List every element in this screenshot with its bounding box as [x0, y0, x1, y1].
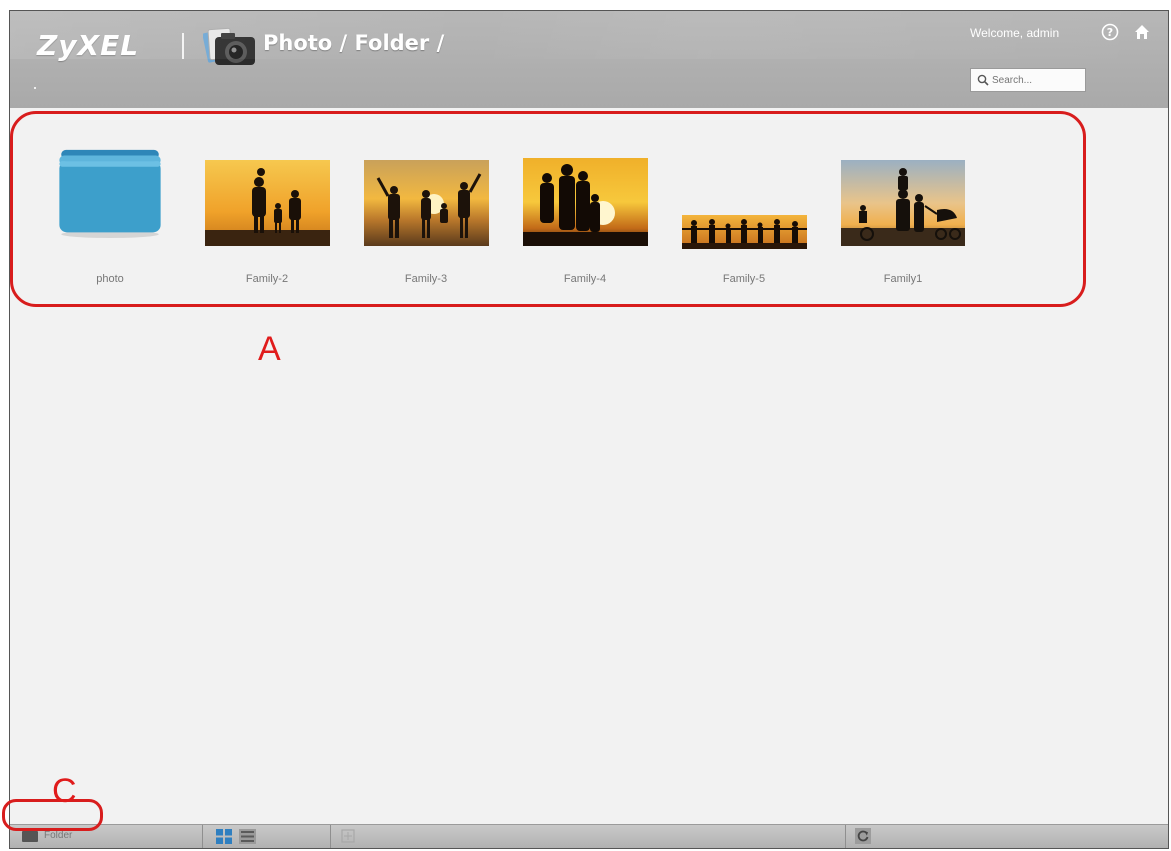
welcome-text: Welcome, admin — [970, 26, 1060, 40]
list-view-icon[interactable] — [239, 829, 256, 844]
search-icon — [977, 74, 989, 86]
bottom-toolbar: Folder — [10, 824, 1168, 848]
zyxel-logo: ZyXEL — [37, 29, 140, 62]
refresh-icon[interactable] — [855, 828, 871, 844]
toolbar-divider — [845, 825, 846, 848]
search-box[interactable] — [970, 68, 1086, 92]
svg-text:?: ? — [1107, 26, 1113, 39]
camera-app-icon — [203, 27, 255, 65]
toolbar-divider — [202, 825, 203, 848]
annotation-label-a: A — [258, 330, 281, 368]
toolbar-divider — [330, 825, 331, 848]
folder-button-label: Folder — [44, 830, 73, 841]
annotation-label-c: C — [52, 772, 77, 810]
upload-icon[interactable] — [341, 829, 355, 843]
home-icon[interactable] — [1134, 24, 1150, 40]
search-input[interactable] — [992, 71, 1082, 89]
grid-view-icon[interactable] — [215, 828, 233, 845]
annotation-box-a — [10, 111, 1086, 307]
help-icon[interactable]: ? — [1101, 23, 1119, 41]
header-bar: ZyXEL Photo / Folder / Welcome, admin ? — [10, 11, 1168, 108]
folder-small-icon — [22, 831, 38, 842]
logo-divider — [182, 33, 184, 59]
header-dot — [34, 87, 36, 89]
breadcrumb[interactable]: Photo / Folder / — [263, 31, 444, 55]
